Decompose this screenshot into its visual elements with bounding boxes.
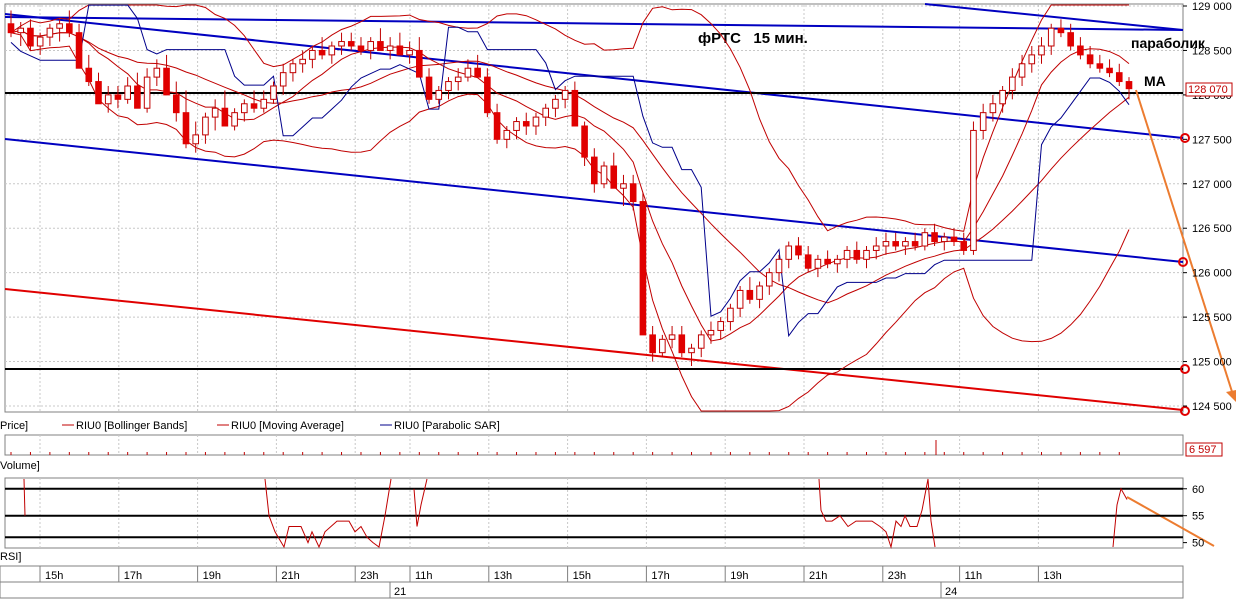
price-tick-label: 128 500: [1192, 45, 1232, 57]
time-tick-label: 11h: [965, 570, 983, 582]
time-tick-label: 13h: [1043, 570, 1061, 582]
time-tick-label: 17h: [124, 570, 142, 582]
price-tick-label: 127 500: [1192, 134, 1232, 146]
legend-moving-average: RIU0 [Moving Average]: [231, 420, 344, 432]
time-tick-label: 23h: [888, 570, 906, 582]
time-tick-label: 21h: [809, 570, 827, 582]
rsi-tick-label: 60: [1192, 484, 1204, 496]
price-tick-label: 126 000: [1192, 268, 1232, 280]
rsi-tick-label: 55: [1192, 511, 1204, 523]
time-tick-label: 15h: [573, 570, 591, 582]
time-tick-label: 15h: [45, 570, 63, 582]
candle: [600, 161, 608, 189]
legend-price: Price]: [0, 420, 28, 432]
price-tick-label: 126 500: [1192, 223, 1232, 235]
candle: [639, 192, 647, 336]
day-label-21: 21: [394, 586, 406, 598]
time-tick-label: 11h: [415, 570, 433, 582]
rsi-tick-label: 50: [1192, 538, 1204, 550]
price-panel[interactable]: [4, 3, 1184, 413]
legend-parabolic-sar: RIU0 [Parabolic SAR]: [394, 420, 500, 432]
price-tick-label: 125 500: [1192, 312, 1232, 324]
chart-canvas: фРТС 15 мин. параболик МА 129 000128 500…: [0, 0, 1239, 602]
volume-value-label: 6 597: [1189, 444, 1217, 456]
volume-label: Volume]: [0, 460, 40, 472]
price-tick-label: 129 000: [1192, 1, 1232, 13]
chart-window: фРТС 15 мин. параболик МА 129 000 128 50…: [0, 0, 1239, 602]
time-tick-label: 17h: [651, 570, 669, 582]
ma-annotation: МА: [1144, 73, 1166, 89]
day-label-24: 24: [945, 586, 957, 598]
legend-bollinger: RIU0 [Bollinger Bands]: [76, 420, 187, 432]
time-tick-label: 21h: [281, 570, 299, 582]
candle: [970, 121, 977, 255]
chart-title: фРТС 15 мин.: [698, 30, 808, 47]
last-price-label: 128 070: [1188, 84, 1228, 96]
price-tick-label: 127 000: [1192, 179, 1232, 191]
time-tick-label: 19h: [203, 570, 221, 582]
rsi-label: RSI]: [0, 551, 21, 563]
time-tick-label: 23h: [360, 570, 378, 582]
price-tick-label: 124 500: [1192, 401, 1232, 413]
time-tick-label: 13h: [494, 570, 512, 582]
price-tick-label: 125 000: [1192, 357, 1232, 369]
time-tick-label: 19h: [730, 570, 748, 582]
